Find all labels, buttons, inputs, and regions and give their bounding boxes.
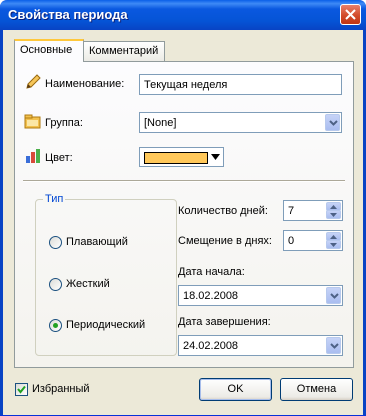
name-value: Текущая неделя — [144, 79, 228, 91]
chevron-down-icon — [330, 213, 337, 217]
cancel-button[interactable]: Отмена — [280, 378, 353, 401]
radio-periodic-label[interactable]: Периодический — [66, 319, 145, 331]
days-count-spinner[interactable]: 7 — [283, 200, 343, 221]
type-group-legend: Тип — [43, 193, 66, 205]
chevron-down-icon — [330, 343, 339, 349]
group-dropdown-button[interactable] — [325, 114, 340, 131]
offset-days-value: 0 — [288, 235, 295, 247]
radio-periodic[interactable] — [49, 319, 62, 332]
tab-panel-main: Наименование: Текущая неделя Группа: [No… — [14, 61, 354, 368]
radio-floating[interactable] — [49, 236, 62, 249]
tab-comment[interactable]: Комментарий — [83, 41, 165, 61]
chart-icon — [26, 149, 40, 163]
group-value: [None] — [144, 117, 177, 129]
start-date-dropdown-button[interactable] — [326, 287, 341, 304]
color-picker[interactable] — [139, 147, 224, 167]
group-label: Группа: — [45, 117, 83, 129]
color-label: Цвет: — [45, 152, 73, 164]
folder-icon — [24, 114, 41, 129]
chevron-down-icon — [330, 243, 337, 247]
tab-main-label: Основные — [20, 44, 73, 56]
ok-button[interactable]: OK — [199, 378, 272, 401]
offset-days-down-button[interactable] — [326, 240, 341, 249]
period-properties-dialog: Свойства периода Основные Комментарий На… — [0, 0, 366, 416]
days-count-down-button[interactable] — [326, 210, 341, 219]
start-date-label: Дата начала: — [178, 266, 245, 278]
end-date-value: 24.02.2008 — [183, 340, 239, 352]
close-icon — [345, 9, 356, 20]
radio-selected-dot — [53, 323, 58, 328]
radio-floating-label[interactable]: Плавающий — [66, 236, 128, 248]
pencil-icon — [26, 74, 41, 89]
radio-fixed-label[interactable]: Жесткий — [66, 278, 110, 290]
chevron-down-icon — [330, 293, 339, 299]
title-bar[interactable]: Свойства периода — [0, 0, 366, 30]
chevron-down-icon — [329, 120, 338, 126]
checkmark-icon — [17, 385, 26, 394]
days-count-label: Количество дней: — [178, 205, 268, 217]
favorite-checkbox[interactable] — [15, 383, 28, 396]
separator — [23, 180, 345, 182]
end-date-label: Дата завершения: — [178, 316, 271, 328]
radio-fixed[interactable] — [49, 278, 62, 291]
offset-days-spin-buttons — [326, 232, 341, 249]
close-button[interactable] — [340, 4, 361, 25]
days-count-spin-buttons — [326, 202, 341, 219]
end-date-dropdown-button[interactable] — [326, 337, 341, 354]
end-date-picker[interactable]: 24.02.2008 — [178, 335, 343, 356]
type-groupbox: Тип Плавающий Жесткий Периодический — [35, 193, 177, 356]
start-date-value: 18.02.2008 — [183, 290, 239, 302]
chevron-up-icon — [330, 205, 337, 209]
tab-main[interactable]: Основные — [14, 39, 84, 62]
tab-comment-label: Комментарий — [89, 45, 159, 57]
start-date-picker[interactable]: 18.02.2008 — [178, 285, 343, 306]
offset-days-spinner[interactable]: 0 — [283, 230, 343, 251]
color-swatch — [144, 152, 208, 164]
favorite-label[interactable]: Избранный — [32, 383, 90, 395]
group-select[interactable]: [None] — [139, 112, 342, 133]
name-input[interactable]: Текущая неделя — [139, 74, 342, 95]
left-border — [0, 30, 3, 415]
chevron-up-icon — [330, 235, 337, 239]
window-title: Свойства периода — [8, 7, 128, 22]
days-count-value: 7 — [288, 205, 295, 217]
name-label: Наименование: — [45, 78, 125, 90]
chevron-down-icon — [211, 154, 220, 160]
offset-days-label: Смещение в днях: — [178, 235, 272, 247]
